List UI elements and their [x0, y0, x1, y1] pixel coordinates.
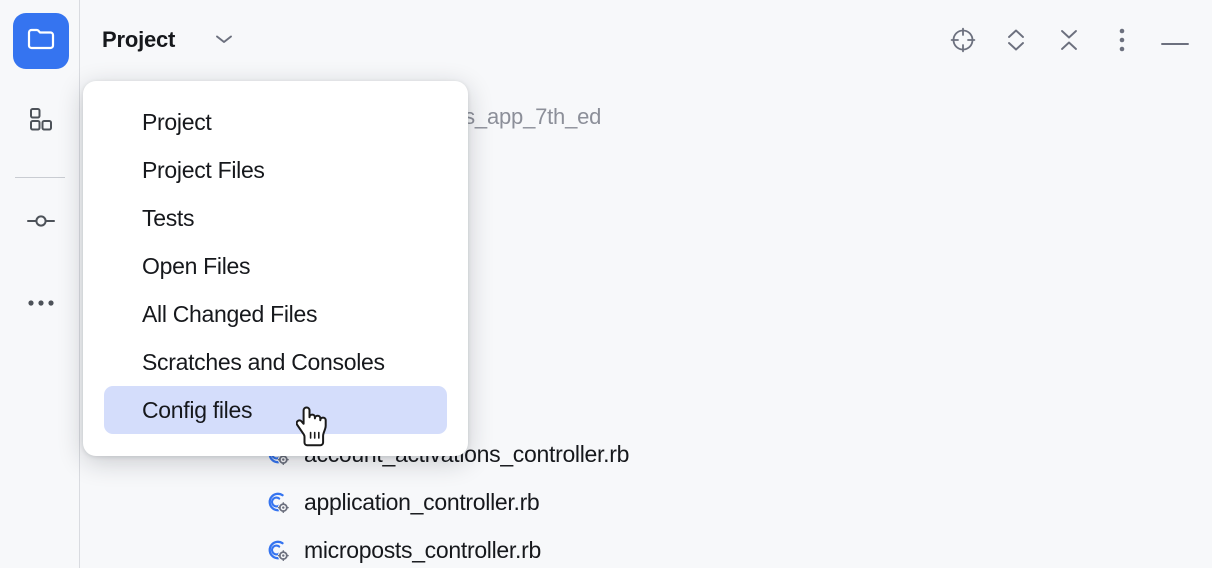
minimize-dash-icon [1160, 33, 1190, 51]
menu-item-tests[interactable]: Tests [104, 194, 447, 242]
tool-window-actions [942, 22, 1196, 62]
tool-window-header: Project [81, 0, 1212, 84]
commit-node-icon [26, 211, 56, 236]
page-title[interactable]: Project [102, 27, 175, 53]
activity-bar [0, 0, 80, 568]
sidebar-divider [15, 177, 65, 178]
folder-icon [26, 26, 56, 57]
menu-item-scratches-and-consoles[interactable]: Scratches and Consoles [104, 338, 447, 386]
expand-chevrons-icon [1004, 26, 1028, 59]
select-opened-file-button[interactable] [942, 22, 984, 62]
collapse-chevrons-icon [1057, 26, 1081, 59]
menu-item-project-files[interactable]: Project Files [104, 146, 447, 194]
modules-grid-icon [28, 106, 54, 137]
project-tool-window: Project [0, 0, 1212, 568]
file-name: microposts_controller.rb [304, 537, 541, 564]
options-button[interactable] [1101, 22, 1143, 62]
ellipsis-horizontal-icon [27, 294, 55, 312]
hide-button[interactable] [1154, 22, 1196, 62]
menu-item-all-changed-files[interactable]: All Changed Files [104, 290, 447, 338]
ruby-controller-class-icon [263, 488, 291, 516]
crosshair-target-icon [949, 26, 977, 59]
sidebar-item-modules[interactable] [13, 100, 69, 142]
collapse-all-button[interactable] [1048, 22, 1090, 62]
menu-item-open-files[interactable]: Open Files [104, 242, 447, 290]
file-name: application_controller.rb [304, 489, 539, 516]
menu-item-project[interactable]: Project [104, 98, 447, 146]
table-row[interactable]: microposts_controller.rb [100, 526, 1000, 568]
chevron-down-icon[interactable] [214, 33, 234, 45]
ruby-controller-class-icon [263, 536, 291, 564]
expand-all-button[interactable] [995, 22, 1037, 62]
sidebar-item-more[interactable] [13, 282, 69, 324]
view-selector-menu: Project Project Files Tests Open Files A… [83, 81, 468, 456]
ellipsis-vertical-icon [1118, 27, 1126, 58]
app-logo[interactable] [13, 13, 69, 69]
menu-item-config-files[interactable]: Config files [104, 386, 447, 434]
sidebar-item-commit[interactable] [13, 202, 69, 244]
table-row[interactable]: application_controller.rb [100, 478, 1000, 526]
